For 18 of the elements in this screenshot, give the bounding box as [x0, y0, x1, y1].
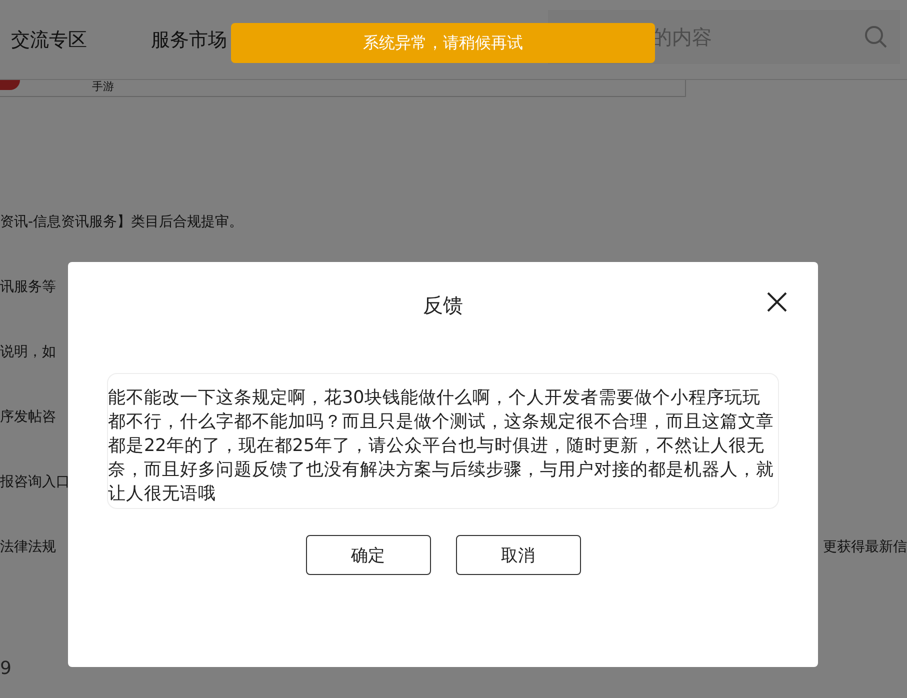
body-text: 法律法规 — [0, 538, 56, 556]
confirm-button[interactable]: 确定 — [306, 535, 430, 575]
error-toast: 系统异常，请稍候再试 — [231, 23, 655, 63]
body-text: 更获得最新信 — [823, 538, 907, 556]
body-text: 说明，如 — [0, 343, 56, 361]
nav-link[interactable]: 服务市场 — [151, 26, 227, 52]
body-text: 讯服务等 — [0, 278, 56, 296]
nav-link[interactable]: 交流专区 — [11, 26, 87, 52]
card-label: 手游 — [92, 80, 114, 94]
close-icon[interactable] — [767, 292, 787, 312]
date-text: 9 — [0, 658, 12, 679]
thumbnail-placeholder — [0, 80, 20, 90]
feedback-textarea[interactable]: 能不能改一下这条规定啊，花30块钱能做什么啊，个人开发者需要做个小程序玩玩都不行，什么字都不能加吗？而且只是做个测试，这条规定很不合理，而且这篇文章都是22年的了，现在都25年了，请公众平台也与时俱进，随时更新，不然让人很无奈，而且好多问题反馈了也没有解决方案与后续步骤，与用户对接的都是机器人，就让人很无语哦 — [107, 373, 779, 509]
dialog-title: 反馈 — [423, 292, 463, 318]
body-text: 资讯-信息资讯服务】类目后合规提审。 — [0, 213, 244, 231]
body-text: 序发帖咨 — [0, 408, 56, 426]
cancel-button[interactable]: 取消 — [456, 535, 580, 575]
body-text: 报咨询入口 — [0, 473, 70, 491]
